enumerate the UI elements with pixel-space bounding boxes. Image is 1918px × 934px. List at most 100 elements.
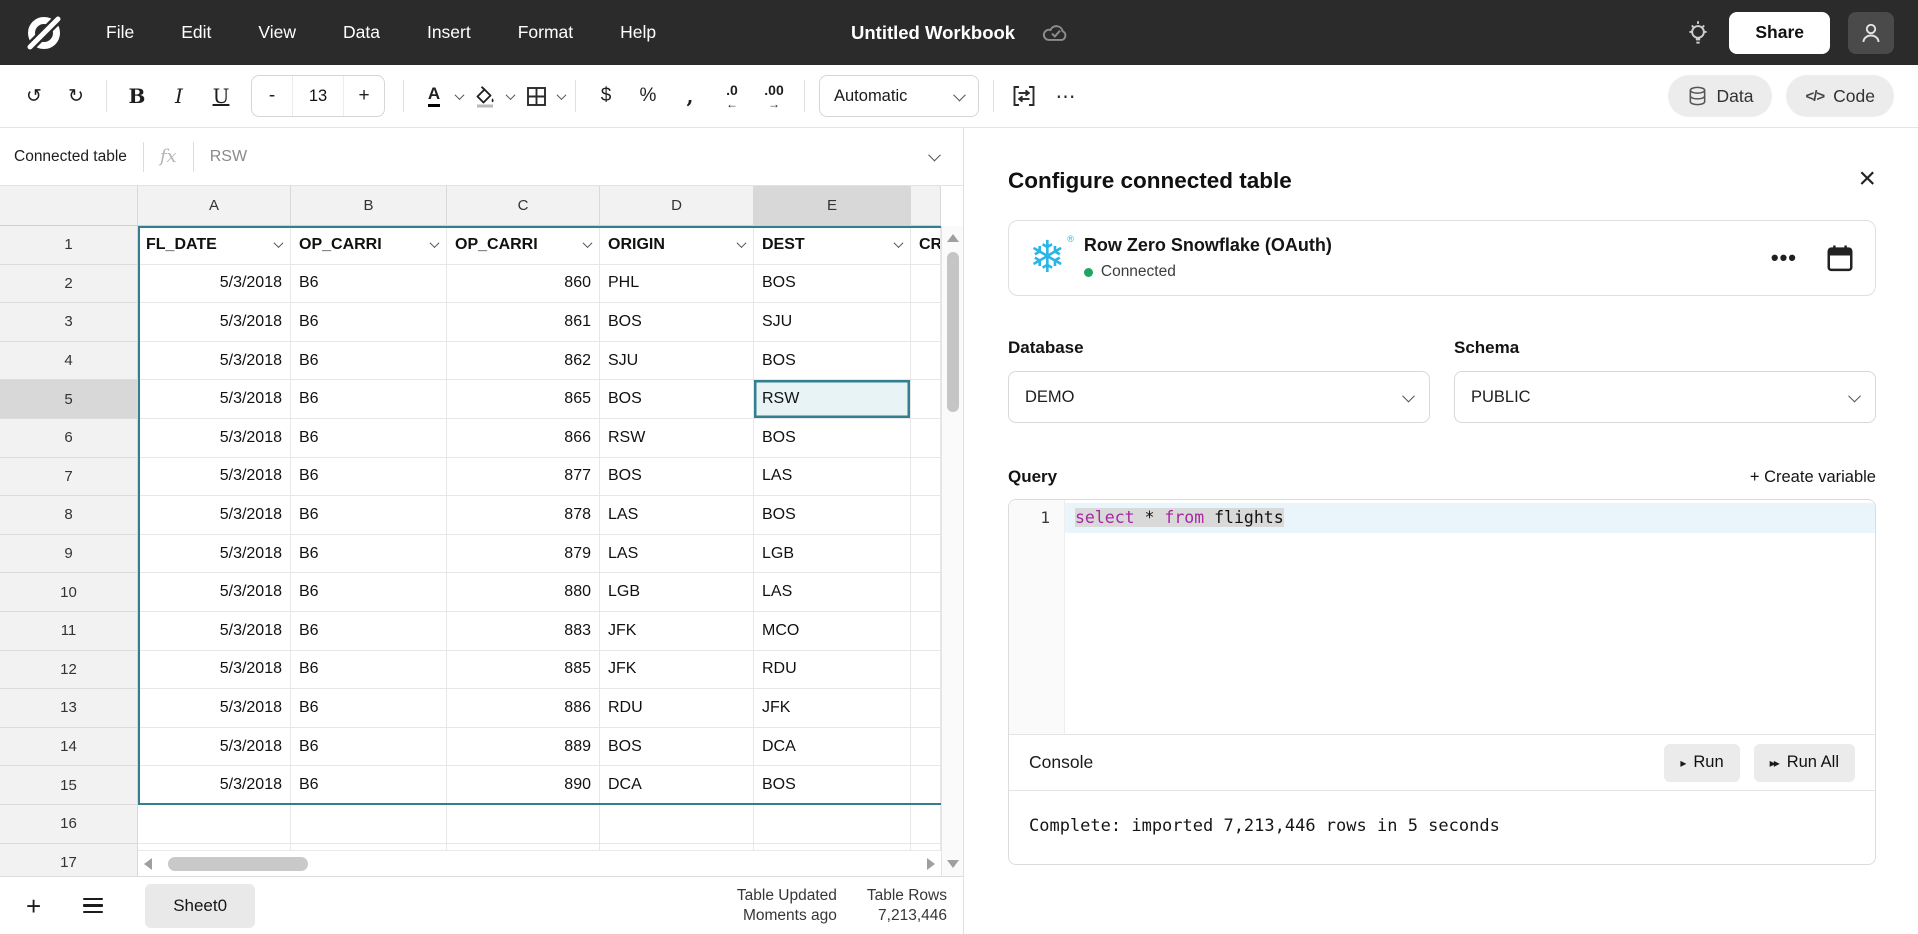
- data-cell[interactable]: B6: [291, 611, 447, 651]
- row-number[interactable]: 6: [0, 418, 138, 458]
- data-cell[interactable]: B6: [291, 303, 447, 342]
- currency-format-button[interactable]: $: [586, 76, 626, 116]
- data-cell[interactable]: LAS: [600, 496, 754, 535]
- row-number[interactable]: 5: [0, 380, 138, 419]
- connection-more-button[interactable]: •••: [1771, 245, 1797, 271]
- font-size-increase-button[interactable]: +: [344, 76, 384, 116]
- data-cell[interactable]: [911, 496, 941, 535]
- data-cell[interactable]: LGB: [754, 534, 911, 574]
- data-cell[interactable]: BOS: [600, 380, 754, 419]
- data-cell[interactable]: MCO: [754, 611, 911, 651]
- convert-range-button[interactable]: [1004, 76, 1044, 116]
- database-select[interactable]: DEMO: [1008, 371, 1430, 423]
- borders-chevron-icon[interactable]: [556, 89, 567, 100]
- row-number[interactable]: 4: [0, 341, 138, 381]
- name-box[interactable]: Connected table: [14, 148, 127, 166]
- data-cell[interactable]: JFK: [754, 689, 911, 728]
- undo-button[interactable]: ↺: [14, 76, 54, 116]
- row-number[interactable]: 15: [0, 766, 138, 805]
- code-pane[interactable]: select * from flights: [1065, 500, 1875, 734]
- data-cell[interactable]: B6: [291, 264, 447, 304]
- data-cell[interactable]: 860: [447, 264, 600, 304]
- data-cell[interactable]: 5/3/2018: [138, 727, 291, 767]
- data-cell[interactable]: SJU: [600, 341, 754, 381]
- vertical-scroll-thumb[interactable]: [946, 252, 959, 412]
- data-cell[interactable]: [911, 766, 941, 805]
- rowzero-logo-icon[interactable]: [24, 12, 64, 53]
- data-cell[interactable]: B6: [291, 418, 447, 458]
- redo-button[interactable]: ↻: [56, 76, 96, 116]
- data-cell[interactable]: [138, 804, 291, 844]
- data-cell[interactable]: [911, 650, 941, 690]
- header-cell[interactable]: FL_DATE: [138, 226, 291, 265]
- data-cell[interactable]: BOS: [600, 727, 754, 767]
- data-cell[interactable]: [911, 573, 941, 612]
- data-cell[interactable]: [911, 418, 941, 458]
- data-cell[interactable]: 861: [447, 303, 600, 342]
- data-cell[interactable]: BOS: [754, 766, 911, 805]
- data-cell[interactable]: 5/3/2018: [138, 611, 291, 651]
- data-cell[interactable]: 5/3/2018: [138, 303, 291, 342]
- header-cell[interactable]: DEST: [754, 226, 911, 265]
- italic-button[interactable]: I: [159, 76, 199, 116]
- data-cell[interactable]: 886: [447, 689, 600, 728]
- data-cell[interactable]: 865: [447, 380, 600, 419]
- data-cell[interactable]: 5/3/2018: [138, 650, 291, 690]
- data-cell[interactable]: RDU: [600, 689, 754, 728]
- row-number[interactable]: 11: [0, 611, 138, 651]
- data-cell[interactable]: [911, 303, 941, 342]
- data-cell[interactable]: B6: [291, 496, 447, 535]
- row-number[interactable]: 7: [0, 457, 138, 497]
- data-cell[interactable]: LGB: [600, 573, 754, 612]
- data-cell[interactable]: [911, 689, 941, 728]
- toolbar-more-button[interactable]: ⋯: [1046, 76, 1086, 116]
- run-button[interactable]: ▸ Run: [1664, 743, 1740, 782]
- row-number[interactable]: 13: [0, 689, 138, 728]
- menu-data[interactable]: Data: [343, 22, 380, 43]
- data-cell[interactable]: DCA: [600, 766, 754, 805]
- data-cell[interactable]: PHL: [600, 264, 754, 304]
- data-cell[interactable]: B6: [291, 689, 447, 728]
- row-number[interactable]: 14: [0, 727, 138, 767]
- data-cell[interactable]: B6: [291, 534, 447, 574]
- column-letter[interactable]: E: [754, 186, 911, 226]
- row-number[interactable]: 12: [0, 650, 138, 690]
- data-cell[interactable]: 5/3/2018: [138, 534, 291, 574]
- close-icon[interactable]: ×: [1858, 164, 1876, 194]
- data-cell[interactable]: [911, 534, 941, 574]
- data-cell[interactable]: [911, 264, 941, 304]
- data-cell[interactable]: B6: [291, 457, 447, 497]
- spreadsheet-grid[interactable]: A B C D E 1 FL_DATE OP_CARRI OP_CARRI ORIGIN DEST C…: [0, 186, 963, 876]
- create-variable-button[interactable]: + Create variable: [1750, 468, 1876, 487]
- scroll-right-icon[interactable]: [927, 857, 935, 870]
- data-cell[interactable]: 880: [447, 573, 600, 612]
- data-cell[interactable]: 878: [447, 496, 600, 535]
- menu-edit[interactable]: Edit: [181, 22, 211, 43]
- data-cell[interactable]: B6: [291, 766, 447, 805]
- formula-bar-chevron-icon[interactable]: [928, 148, 941, 162]
- row-number[interactable]: 3: [0, 303, 138, 342]
- horizontal-scroll-thumb[interactable]: [168, 856, 308, 871]
- code-view-button[interactable]: </> Code: [1786, 75, 1894, 117]
- data-cell[interactable]: [911, 457, 941, 497]
- data-cell[interactable]: 879: [447, 534, 600, 574]
- query-editor[interactable]: 1 select * from flights: [1009, 500, 1875, 734]
- scroll-left-icon[interactable]: [144, 857, 152, 870]
- data-cell[interactable]: 5/3/2018: [138, 689, 291, 728]
- run-all-button[interactable]: ▸▸ Run All: [1753, 743, 1855, 782]
- data-cell[interactable]: 5/3/2018: [138, 264, 291, 304]
- horizontal-scrollbar[interactable]: [138, 850, 941, 876]
- row-number[interactable]: 17: [0, 843, 138, 876]
- filter-chevron-icon[interactable]: [582, 238, 593, 249]
- account-button[interactable]: [1848, 11, 1894, 54]
- data-cell[interactable]: 5/3/2018: [138, 457, 291, 497]
- scroll-up-icon[interactable]: [946, 234, 959, 242]
- sheet-tab[interactable]: Sheet0: [145, 883, 256, 928]
- column-letter[interactable]: [911, 186, 941, 226]
- scroll-down-icon[interactable]: [946, 860, 959, 868]
- percent-format-button[interactable]: %: [628, 76, 668, 116]
- data-cell[interactable]: BOS: [754, 264, 911, 304]
- sheet-list-menu-icon[interactable]: [83, 897, 104, 914]
- header-cell[interactable]: OP_CARRI: [447, 226, 600, 265]
- filter-chevron-icon[interactable]: [893, 238, 904, 249]
